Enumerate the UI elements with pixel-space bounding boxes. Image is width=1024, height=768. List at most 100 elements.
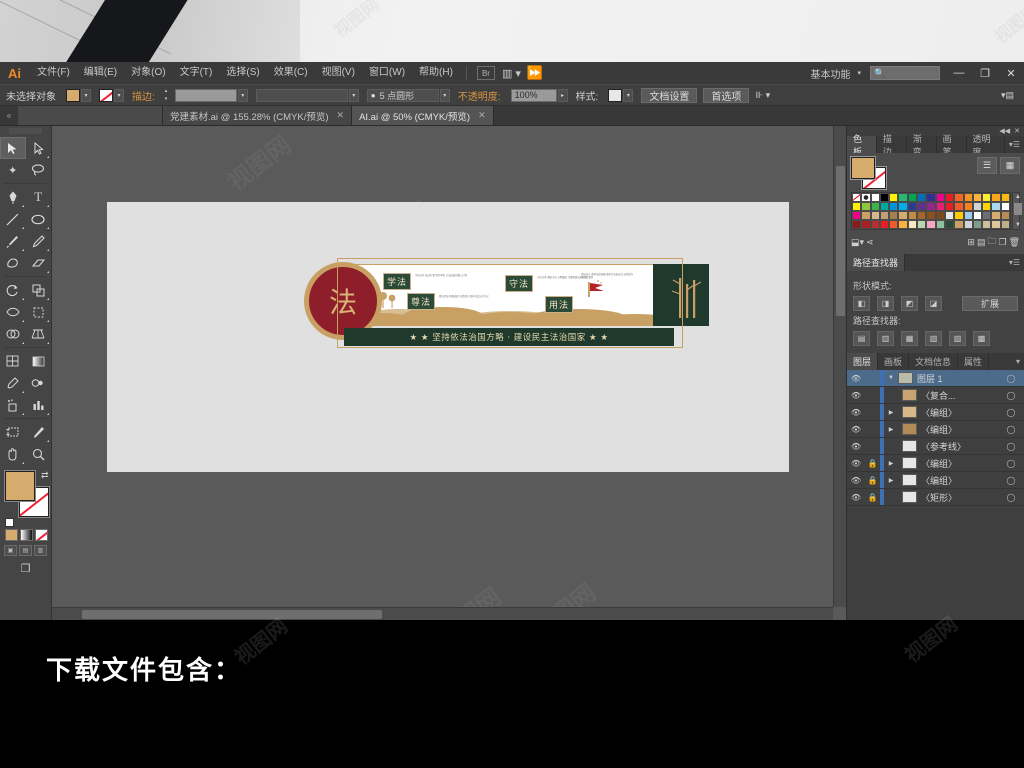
swatch-cell[interactable]: [889, 193, 899, 202]
swatch-cell[interactable]: [898, 202, 908, 211]
style-control[interactable]: ▾: [608, 88, 634, 102]
swatch-cell[interactable]: [991, 220, 1001, 229]
swatch-cell[interactable]: [972, 193, 983, 202]
eye-icon[interactable]: 👁: [847, 408, 865, 417]
layer-row[interactable]: 👁 ▶ 〈编组〉 ◯: [847, 421, 1024, 438]
width-tool[interactable]: [0, 301, 26, 323]
disclosure-triangle-icon[interactable]: ▶: [884, 477, 898, 484]
swatch-cell[interactable]: [889, 220, 899, 229]
swatch-cell[interactable]: [963, 202, 973, 211]
swatch-cell[interactable]: [917, 220, 927, 229]
eye-icon[interactable]: 👁: [847, 493, 865, 502]
panel-menu-icon[interactable]: ▾▤: [1001, 90, 1014, 101]
swatch-cell[interactable]: [963, 193, 973, 202]
layer-row[interactable]: 👁 🔒 ▶ 〈编组〉 ◯: [847, 455, 1024, 472]
stroke-swatch-none[interactable]: [99, 88, 113, 102]
swatch-cell[interactable]: [944, 202, 955, 211]
search-input[interactable]: 🔍: [870, 66, 940, 80]
hand-tool[interactable]: [0, 443, 26, 465]
swatch-cell[interactable]: [879, 220, 890, 229]
swatches-color-controls[interactable]: [851, 157, 887, 189]
eye-icon[interactable]: 👁: [847, 391, 865, 400]
panel-menu-icon[interactable]: ▾☰: [1005, 254, 1024, 271]
style-swatch[interactable]: [608, 88, 623, 102]
perspective-grid-tool[interactable]: [26, 323, 52, 345]
swatch-cell[interactable]: [907, 202, 918, 211]
new-swatch-icon[interactable]: ❐: [998, 237, 1006, 248]
swatch-libraries-icon[interactable]: ⬓▾: [851, 237, 864, 248]
unite-icon[interactable]: ◧: [853, 296, 870, 311]
paintbrush-tool[interactable]: [0, 230, 26, 252]
eye-icon[interactable]: 👁: [847, 425, 865, 434]
tab-document-info[interactable]: 文档信息: [909, 353, 959, 370]
drawing-mode-buttons[interactable]: ▣ ▤ ▥: [4, 545, 51, 556]
grid-view-icon[interactable]: ▦: [1000, 157, 1020, 174]
swatch-cell[interactable]: [879, 211, 890, 220]
gradient-button[interactable]: [20, 529, 33, 541]
swatch-cell[interactable]: [889, 202, 899, 211]
color-button[interactable]: [5, 529, 18, 541]
toolbox-color-controls[interactable]: ⇄: [5, 470, 51, 527]
swatch-cell[interactable]: [926, 193, 936, 202]
swatch-cell[interactable]: [907, 220, 918, 229]
swatch-cell[interactable]: [879, 202, 890, 211]
layer-row[interactable]: 👁 🔒 〈矩形〉 ◯: [847, 489, 1024, 506]
swatch-cell[interactable]: [917, 202, 927, 211]
target-indicator-icon[interactable]: ◯: [998, 374, 1024, 383]
outline-icon[interactable]: ▨: [949, 331, 966, 346]
swatch-cell[interactable]: [907, 211, 918, 220]
merge-icon[interactable]: ▦: [901, 331, 918, 346]
eraser-tool[interactable]: [26, 252, 52, 274]
delete-swatch-icon[interactable]: 🗑: [1009, 237, 1020, 248]
swatch-cell[interactable]: [954, 220, 964, 229]
chevron-down-icon[interactable]: ▾: [348, 88, 359, 102]
draw-inside-icon[interactable]: ▥: [34, 545, 47, 556]
mesh-tool[interactable]: [0, 350, 26, 372]
intersect-icon[interactable]: ◩: [901, 296, 918, 311]
swatch-options-icon[interactable]: ⊞: [967, 237, 975, 248]
list-view-icon[interactable]: ☰: [977, 157, 997, 174]
swatch-cell[interactable]: [926, 220, 936, 229]
lock-icon[interactable]: 🔒: [865, 476, 880, 485]
layer-row[interactable]: 👁 〈参考线〉 ◯: [847, 438, 1024, 455]
magic-wand-tool[interactable]: ✦: [0, 159, 26, 181]
target-indicator-icon[interactable]: ◯: [998, 408, 1024, 417]
chevron-up-icon[interactable]: ▲: [1015, 194, 1021, 200]
menu-type[interactable]: 文字(T): [173, 62, 220, 84]
menu-effect[interactable]: 效果(C): [267, 62, 315, 84]
swatches-scrollbar[interactable]: ▲ ▼: [1012, 192, 1023, 230]
swatch-cell[interactable]: [907, 193, 918, 202]
tab-transparency[interactable]: 透明度: [967, 134, 1005, 157]
workspace-switcher[interactable]: 基本功能: [810, 66, 850, 81]
swatch-cell[interactable]: [898, 211, 908, 220]
draw-behind-icon[interactable]: ▤: [19, 545, 32, 556]
chevron-down-icon[interactable]: ▾: [114, 88, 124, 102]
swatch-cell[interactable]: [935, 220, 945, 229]
swatch-cell[interactable]: [954, 211, 964, 220]
stroke-weight-input[interactable]: [174, 88, 237, 102]
panel-menu-icon[interactable]: ▾☰: [1005, 136, 1024, 153]
swatch-cell[interactable]: [870, 211, 880, 220]
eye-icon[interactable]: 👁: [847, 442, 865, 451]
menu-help[interactable]: 帮助(H): [412, 62, 460, 84]
panel-menu-icon[interactable]: ▾: [1012, 353, 1024, 370]
swatch-cell[interactable]: [954, 202, 964, 211]
pen-tool[interactable]: [0, 186, 26, 208]
swatch-cell[interactable]: [935, 193, 945, 202]
close-icon[interactable]: ✕: [337, 110, 345, 121]
scrollbar-thumb[interactable]: [836, 166, 845, 316]
expand-button[interactable]: 扩展: [962, 296, 1018, 311]
default-fill-stroke-icon[interactable]: [5, 518, 14, 527]
swatch-cell[interactable]: [963, 220, 973, 229]
swatch-cell[interactable]: [852, 193, 862, 202]
layer-row[interactable]: 👁 ▶ 〈编组〉 ◯: [847, 404, 1024, 421]
chevron-down-icon[interactable]: ▾: [623, 88, 634, 102]
toolbox-fill-swatch[interactable]: [5, 471, 35, 501]
brush-definition-control[interactable]: ● 5 点圆形 ▾: [366, 88, 450, 102]
show-swatch-kinds-icon[interactable]: ⋖: [866, 237, 874, 248]
color-mode-buttons[interactable]: [5, 529, 51, 541]
menu-object[interactable]: 对象(O): [124, 62, 172, 84]
chevron-down-icon[interactable]: ▼: [1015, 222, 1021, 228]
free-transform-tool[interactable]: [26, 301, 52, 323]
swatch-cell[interactable]: [954, 193, 964, 202]
